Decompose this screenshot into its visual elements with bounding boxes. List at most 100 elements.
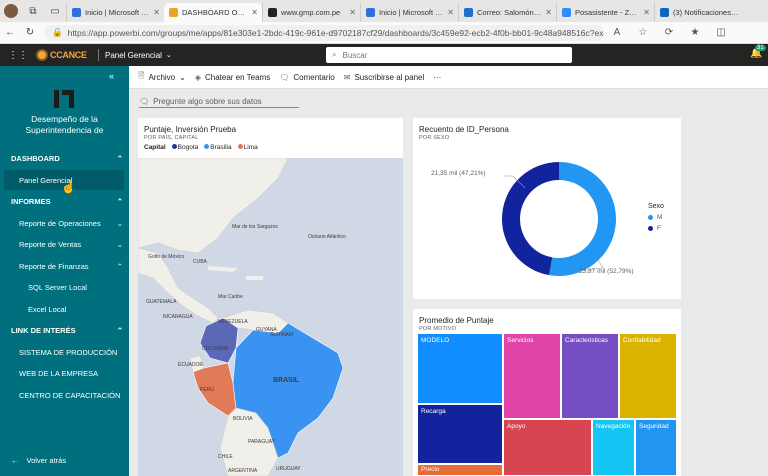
- refresh-icon[interactable]: ⟳: [656, 27, 682, 38]
- notifications-button[interactable]: 🔔 31: [750, 45, 766, 59]
- subscribe-button[interactable]: ✉ Suscribirse al panel: [344, 73, 425, 82]
- map-canvas[interactable]: Océano Atlántico Mar de los Sargazos Gol…: [138, 158, 403, 476]
- tab-favicon-icon: [366, 8, 375, 17]
- refresh-icon[interactable]: ↻: [20, 27, 40, 38]
- browser-tab-active[interactable]: DASHBOARD OPERA✕: [164, 3, 262, 22]
- chevron-up-icon: ⌃: [116, 262, 123, 271]
- legend-item-m: M: [648, 214, 662, 221]
- visual-title: Puntaje, Inversión Prueba: [144, 125, 237, 134]
- treemap-tile[interactable]: Apoyo: [503, 419, 592, 476]
- close-icon[interactable]: ✕: [447, 8, 454, 17]
- visual-subtitle: POR PAÍS, CAPITAL: [144, 135, 199, 141]
- map-visual[interactable]: Puntaje, Inversión Prueba POR PAÍS, CAPI…: [138, 118, 403, 476]
- treemap-visual[interactable]: Promedio de Puntaje POR MOTIVO MODELO Se…: [413, 309, 681, 476]
- browser-tab-strip: ⧉ ▭ Inicio | Microsoft 365 ✕ DASHBOARD OP…: [0, 0, 768, 22]
- donut-visual[interactable]: Recuento de ID_Persona POR SEXO 21,35 mi…: [413, 118, 681, 299]
- browser-tab[interactable]: Inicio | Microsoft 365 ✕: [66, 3, 164, 22]
- back-arrow-icon[interactable]: ←: [0, 27, 20, 38]
- split-screen-icon[interactable]: ◫: [708, 27, 734, 38]
- collapse-nav-icon[interactable]: «: [109, 71, 114, 81]
- treemap-tile[interactable]: MODELO: [417, 333, 503, 404]
- close-icon[interactable]: ✕: [545, 8, 552, 17]
- chevron-down-icon[interactable]: ⌄: [166, 51, 172, 59]
- svg-text:COLOMBIA: COLOMBIA: [202, 346, 229, 352]
- nav-item-centro-capacitacion[interactable]: CENTRO DE CAPACITACIÓN: [19, 391, 123, 400]
- browser-tab[interactable]: Correo: Salomón Ccanc✕: [458, 3, 556, 22]
- svg-text:BRASIL: BRASIL: [273, 377, 300, 384]
- legend-item-brasilia: Brasilia: [204, 144, 232, 151]
- treemap-tile[interactable]: Servicios: [503, 333, 561, 419]
- browser-tab[interactable]: Posasistente - Zoom ✕: [556, 3, 654, 22]
- treemap-tile[interactable]: Precio: [417, 464, 503, 476]
- more-options-button[interactable]: ···: [433, 73, 441, 82]
- mail-icon: ✉: [343, 72, 351, 82]
- back-button[interactable]: ← Volver atrás: [11, 456, 66, 465]
- legend-item-f: F: [648, 225, 661, 232]
- chevron-up-icon: ⌃: [116, 326, 123, 335]
- treemap-tile[interactable]: Navegación: [592, 419, 635, 476]
- nav-item-excel-local[interactable]: Excel Local: [28, 305, 132, 314]
- svg-text:NICARAGUA: NICARAGUA: [163, 314, 193, 320]
- treemap-tile[interactable]: Caracteristicas: [561, 333, 619, 419]
- donut-slice-m[interactable]: [549, 162, 616, 276]
- collections-icon[interactable]: ⧉: [22, 0, 44, 22]
- browser-tab[interactable]: (3) Notificaciones | L: [654, 3, 744, 22]
- tab-favicon-icon: [660, 8, 669, 17]
- svg-text:ECUADOR: ECUADOR: [178, 362, 203, 368]
- donut-slice-f[interactable]: [501, 162, 559, 276]
- tab-favicon-icon: [464, 8, 473, 17]
- svg-text:BOLIVIA: BOLIVIA: [233, 416, 253, 422]
- search-input[interactable]: ⌕ Buscar: [326, 47, 572, 63]
- close-icon[interactable]: ✕: [251, 8, 258, 17]
- hand-cursor-icon: ☝: [61, 180, 76, 194]
- browser-tab[interactable]: www.gmp.com.pe ✕: [262, 3, 360, 22]
- avatar: [4, 4, 18, 18]
- legend-item-lima: Lima: [237, 144, 258, 151]
- nav-item-reporte-finanzas[interactable]: Reporte de Finanzas ⌃: [19, 262, 123, 271]
- chevron-up-icon: ⌃: [116, 197, 123, 206]
- treemap-tile[interactable]: Seguridad: [635, 419, 677, 476]
- report-name[interactable]: Panel Gerencial: [105, 51, 162, 60]
- browser-tab[interactable]: Inicio | Microsoft 365 ✕: [360, 3, 458, 22]
- visual-subtitle: POR MOTIVO: [419, 326, 457, 332]
- treemap-tile[interactable]: Recarga: [417, 404, 503, 464]
- data-label-f: 21,35 mil (47,21%): [431, 170, 486, 177]
- favorite-icon[interactable]: ☆: [630, 27, 656, 38]
- read-aloud-icon[interactable]: A: [604, 27, 630, 38]
- chevron-down-icon: ⌄: [116, 240, 123, 249]
- address-bar: ← ↻ 🔒 https://app.powerbi.com/groups/me/…: [0, 22, 768, 44]
- close-icon[interactable]: ✕: [153, 8, 160, 17]
- qa-input[interactable]: 🗨 Pregunte algo sobre sus datos: [139, 95, 299, 108]
- nav-item-reporte-ventas[interactable]: Reporte de Ventas ⌄: [19, 240, 123, 249]
- close-icon[interactable]: ✕: [349, 8, 356, 17]
- url-field[interactable]: 🔒 https://app.powerbi.com/groups/me/apps…: [44, 24, 604, 41]
- tab-favicon-icon: [268, 8, 277, 17]
- svg-text:SURINAM: SURINAM: [270, 332, 293, 338]
- comment-button[interactable]: 🗨 Comentario: [279, 73, 335, 82]
- svg-text:Océano Atlántico: Océano Atlántico: [308, 234, 346, 240]
- file-menu[interactable]: 🗎 Archivo ⌄: [138, 70, 186, 84]
- treemap-tile[interactable]: Confiabilidad: [619, 333, 677, 419]
- nav-item-sistema-produccion[interactable]: SISTEMA DE PRODUCCIÓN: [19, 348, 123, 357]
- chat-in-teams-button[interactable]: ◈ Chatear en Teams: [195, 73, 270, 82]
- favorites-icon[interactable]: ★: [682, 27, 708, 38]
- svg-text:ARGENTINA: ARGENTINA: [228, 468, 258, 474]
- nav-item-web-empresa[interactable]: WEB DE LA EMPRESA: [19, 369, 123, 378]
- nav-section-informes[interactable]: INFORMES ⌃: [11, 197, 123, 206]
- chevron-down-icon: ⌄: [116, 219, 123, 228]
- nav-section-links[interactable]: LINK DE INTERÉS ⌃: [11, 326, 123, 335]
- tab-favicon-icon: [169, 8, 178, 17]
- donut-chart[interactable]: [413, 118, 681, 299]
- nav-section-dashboard[interactable]: DASHBOARD ⌃: [11, 154, 123, 163]
- close-icon[interactable]: ✕: [643, 8, 650, 17]
- teams-icon: ◈: [194, 72, 201, 82]
- workspace-title: Desempeño de la Superintendencia de: [25, 114, 104, 135]
- data-label-m: 23,87 mil (52,79%): [579, 268, 634, 275]
- back-arrow-icon: ←: [11, 456, 19, 465]
- tab-actions-icon[interactable]: ▭: [44, 0, 66, 22]
- nav-item-sql-server-local[interactable]: SQL Server Local: [28, 283, 132, 292]
- profile-button[interactable]: [0, 0, 22, 22]
- nav-item-reporte-operaciones[interactable]: Reporte de Operaciones ⌄: [19, 219, 123, 228]
- app-launcher-icon[interactable]: ⋮⋮: [0, 50, 36, 61]
- svg-text:Mar Caribe: Mar Caribe: [218, 294, 243, 300]
